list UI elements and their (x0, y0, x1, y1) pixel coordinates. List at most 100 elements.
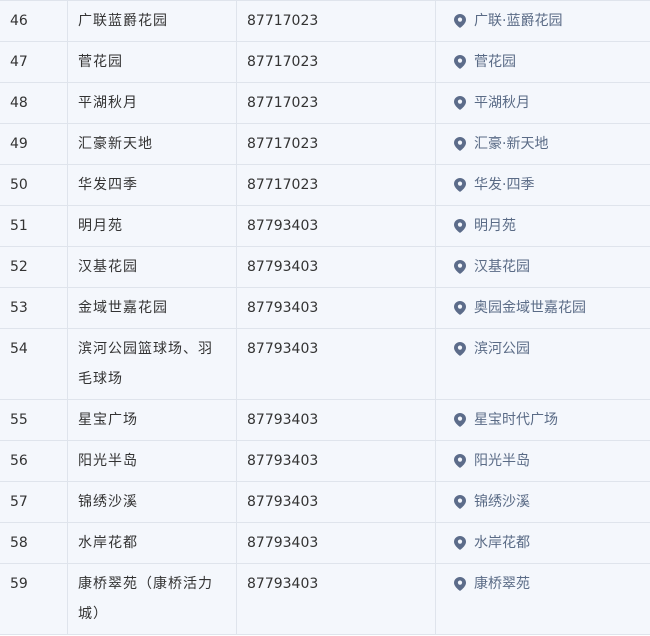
location-cell[interactable]: 水岸花都 (436, 523, 650, 563)
community-name: 锦绣沙溪 (78, 494, 138, 510)
community-name: 康桥翠苑（康桥活力城） (78, 576, 213, 622)
location-cell[interactable]: 明月苑 (436, 206, 650, 246)
table-row: 59 康桥翠苑（康桥活力城） 87793403 康桥翠苑 (0, 564, 650, 635)
community-name: 汇豪新天地 (78, 136, 153, 152)
map-pin-icon (454, 260, 466, 274)
phone-cell: 87793403 (237, 206, 436, 246)
location-cell[interactable]: 华发·四季 (436, 165, 650, 205)
location-cell[interactable]: 康桥翠苑 (436, 564, 650, 634)
phone-cell: 87717023 (237, 124, 436, 164)
community-name-cell: 金域世嘉花园 (68, 288, 237, 328)
location-cell[interactable]: 平湖秋月 (436, 83, 650, 123)
phone-cell: 87717023 (237, 165, 436, 205)
row-number-cell: 58 (0, 523, 68, 563)
map-pin-icon (454, 14, 466, 28)
location-link[interactable]: 汇豪·新天地 (454, 129, 548, 159)
phone-cell: 87793403 (237, 288, 436, 328)
map-pin-icon (454, 301, 466, 315)
row-number: 55 (10, 412, 28, 428)
location-name[interactable]: 平湖秋月 (474, 88, 530, 118)
row-number-cell: 50 (0, 165, 68, 205)
location-cell[interactable]: 菅花园 (436, 42, 650, 82)
row-number-cell: 49 (0, 124, 68, 164)
phone-number: 87793403 (247, 453, 319, 469)
community-name-cell: 汉基花园 (68, 247, 237, 287)
location-name[interactable]: 锦绣沙溪 (474, 487, 530, 517)
table-row: 54 滨河公园篮球场、羽毛球场 87793403 滨河公园 (0, 329, 650, 400)
row-number-cell: 52 (0, 247, 68, 287)
row-number: 47 (10, 54, 28, 70)
community-name-cell: 滨河公园篮球场、羽毛球场 (68, 329, 237, 399)
community-name-cell: 水岸花都 (68, 523, 237, 563)
location-name[interactable]: 阳光半岛 (474, 446, 530, 476)
location-cell[interactable]: 广联·蓝爵花园 (436, 1, 650, 41)
community-name-cell: 平湖秋月 (68, 83, 237, 123)
location-name[interactable]: 康桥翠苑 (474, 569, 530, 599)
location-name[interactable]: 奥园金域世嘉花园 (474, 293, 586, 323)
location-link[interactable]: 星宝时代广场 (454, 405, 558, 435)
location-link[interactable]: 康桥翠苑 (454, 569, 530, 599)
table-row: 55 星宝广场 87793403 星宝时代广场 (0, 400, 650, 441)
location-name[interactable]: 广联·蓝爵花园 (474, 6, 562, 36)
row-number: 50 (10, 177, 28, 193)
row-number-cell: 48 (0, 83, 68, 123)
location-cell[interactable]: 星宝时代广场 (436, 400, 650, 440)
phone-number: 87793403 (247, 576, 319, 592)
location-link[interactable]: 滨河公园 (454, 334, 530, 364)
phone-number: 87793403 (247, 341, 319, 357)
location-name[interactable]: 菅花园 (474, 47, 516, 77)
location-name[interactable]: 滨河公园 (474, 334, 530, 364)
location-name[interactable]: 汉基花园 (474, 252, 530, 282)
table-row: 49 汇豪新天地 87717023 汇豪·新天地 (0, 124, 650, 165)
location-link[interactable]: 汉基花园 (454, 252, 530, 282)
table-row: 46 广联蓝爵花园 87717023 广联·蓝爵花园 (0, 1, 650, 42)
location-link[interactable]: 菅花园 (454, 47, 516, 77)
phone-cell: 87717023 (237, 1, 436, 41)
location-cell[interactable]: 锦绣沙溪 (436, 482, 650, 522)
phone-number: 87793403 (247, 259, 319, 275)
community-name: 菅花园 (78, 54, 123, 70)
community-name: 华发四季 (78, 177, 138, 193)
phone-cell: 87793403 (237, 441, 436, 481)
row-number: 59 (10, 576, 28, 592)
row-number-cell: 46 (0, 1, 68, 41)
community-name-cell: 华发四季 (68, 165, 237, 205)
location-link[interactable]: 锦绣沙溪 (454, 487, 530, 517)
row-number: 57 (10, 494, 28, 510)
phone-number: 87793403 (247, 218, 319, 234)
table-row: 52 汉基花园 87793403 汉基花园 (0, 247, 650, 288)
row-number-cell: 55 (0, 400, 68, 440)
community-name: 明月苑 (78, 218, 123, 234)
row-number: 58 (10, 535, 28, 551)
location-cell[interactable]: 阳光半岛 (436, 441, 650, 481)
location-link[interactable]: 平湖秋月 (454, 88, 530, 118)
table-row: 56 阳光半岛 87793403 阳光半岛 (0, 441, 650, 482)
phone-cell: 87793403 (237, 400, 436, 440)
location-link[interactable]: 水岸花都 (454, 528, 530, 558)
row-number-cell: 57 (0, 482, 68, 522)
row-number-cell: 56 (0, 441, 68, 481)
location-cell[interactable]: 汉基花园 (436, 247, 650, 287)
location-link[interactable]: 明月苑 (454, 211, 516, 241)
phone-number: 87717023 (247, 136, 319, 152)
location-name[interactable]: 星宝时代广场 (474, 405, 558, 435)
location-name[interactable]: 华发·四季 (474, 170, 534, 200)
location-link[interactable]: 华发·四季 (454, 170, 534, 200)
location-cell[interactable]: 奥园金域世嘉花园 (436, 288, 650, 328)
phone-cell: 87793403 (237, 329, 436, 399)
location-cell[interactable]: 滨河公园 (436, 329, 650, 399)
table-row: 50 华发四季 87717023 华发·四季 (0, 165, 650, 206)
location-link[interactable]: 广联·蓝爵花园 (454, 6, 562, 36)
location-name[interactable]: 水岸花都 (474, 528, 530, 558)
phone-number: 87717023 (247, 13, 319, 29)
location-name[interactable]: 明月苑 (474, 211, 516, 241)
location-link[interactable]: 阳光半岛 (454, 446, 530, 476)
phone-number: 87793403 (247, 412, 319, 428)
row-number: 56 (10, 453, 28, 469)
map-pin-icon (454, 454, 466, 468)
location-link[interactable]: 奥园金域世嘉花园 (454, 293, 586, 323)
location-cell[interactable]: 汇豪·新天地 (436, 124, 650, 164)
map-pin-icon (454, 137, 466, 151)
phone-cell: 87793403 (237, 564, 436, 634)
location-name[interactable]: 汇豪·新天地 (474, 129, 548, 159)
